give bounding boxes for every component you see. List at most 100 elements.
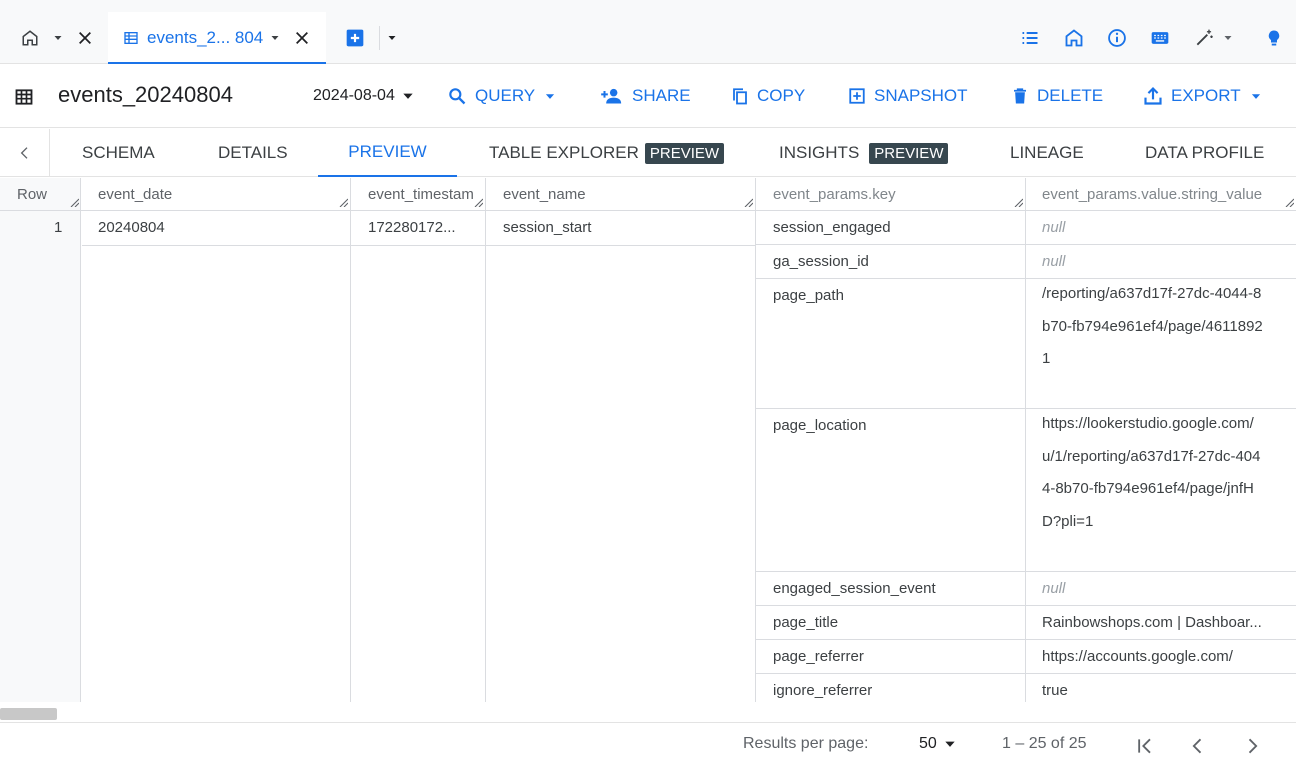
tab-details-label: DETAILS <box>218 143 288 162</box>
new-tab-chevron-down-icon[interactable] <box>382 26 402 50</box>
chevron-down-icon <box>403 93 413 99</box>
page-title: events_20240804 <box>58 82 233 107</box>
param-row-divider <box>756 244 1296 245</box>
share-button[interactable]: SHARE <box>600 84 691 108</box>
upload-icon <box>1144 86 1162 105</box>
param-key-cell[interactable]: engaged_session_event <box>773 580 1013 597</box>
resize-grip-icon[interactable] <box>473 197 483 207</box>
column-header-label: Row <box>17 185 48 203</box>
chevron-left-icon <box>1192 738 1202 754</box>
copy-button[interactable]: COPY <box>731 84 805 108</box>
lightbulb-icon[interactable] <box>1262 26 1286 50</box>
resize-grip-icon[interactable] <box>338 197 348 207</box>
table-icon <box>12 85 36 109</box>
info-icon[interactable] <box>1105 26 1129 50</box>
cell-event-name[interactable]: session_start <box>503 219 743 236</box>
horizontal-scrollbar[interactable] <box>0 708 57 720</box>
cell-event-timestamp[interactable]: 172280172... <box>368 219 478 236</box>
column-header-event-params-key[interactable]: event_params.key <box>756 178 1025 211</box>
query-button[interactable]: QUERY <box>447 84 557 108</box>
tab-chevron-down-icon[interactable] <box>266 28 284 48</box>
tab-insights-label: INSIGHTS <box>779 143 860 162</box>
column-header-event-date[interactable]: event_date <box>81 178 350 211</box>
tab-schema-label: SCHEMA <box>82 143 155 162</box>
new-tab-plus-icon[interactable] <box>343 26 367 50</box>
keyboard-icon[interactable] <box>1148 26 1172 50</box>
page-range: 1 – 25 of 25 <box>1002 735 1087 752</box>
param-value-cell[interactable]: Rainbowshops.com | Dashboar... <box>1042 614 1280 631</box>
param-key-cell[interactable]: session_engaged <box>773 219 1013 236</box>
tab-insights[interactable]: INSIGHTS PREVIEW <box>779 129 949 177</box>
share-label: SHARE <box>632 86 691 105</box>
chevron-right-icon <box>1248 738 1258 754</box>
previous-page-button[interactable] <box>1186 734 1210 758</box>
magic-wand-icon[interactable] <box>1191 26 1217 50</box>
delete-button[interactable]: DELETE <box>1011 84 1103 108</box>
tab-data-profile[interactable]: DATA PROFILE <box>1145 129 1264 177</box>
tab-events-label: events_2... 804 <box>147 28 264 47</box>
resize-grip-icon[interactable] <box>1284 197 1294 207</box>
column-header-event-timestamp[interactable]: event_timestam <box>351 178 485 211</box>
list-icon[interactable] <box>1018 26 1042 50</box>
param-value-cell[interactable]: https://lookerstudio.google.com/u/1/repo… <box>1042 408 1264 538</box>
param-key-cell[interactable]: ignore_referrer <box>773 682 1013 699</box>
divider <box>379 26 380 50</box>
preview-badge: PREVIEW <box>869 142 949 164</box>
null-value-cell[interactable]: null <box>1042 219 1280 236</box>
column-header-event-params-value[interactable]: event_params.value.string_value <box>1026 178 1296 211</box>
chevron-down-icon <box>1251 94 1260 99</box>
export-label: EXPORT <box>1171 86 1241 105</box>
tab-preview[interactable]: PREVIEW <box>318 129 457 177</box>
param-row-divider <box>756 673 1296 674</box>
column-header-label: event_params.key <box>773 185 896 203</box>
param-row-divider <box>756 571 1296 572</box>
close-tab-icon[interactable] <box>290 26 314 50</box>
tab-details[interactable]: DETAILS <box>218 129 288 177</box>
export-button[interactable]: EXPORT <box>1143 84 1263 108</box>
home-icon[interactable] <box>1062 26 1086 50</box>
resize-grip-icon[interactable] <box>1013 197 1023 207</box>
row-number: 1 <box>54 219 63 236</box>
date-select[interactable]: 2024-08-04 <box>313 84 415 108</box>
param-key-cell[interactable]: page_location <box>773 417 1013 434</box>
magic-wand-chevron-down-icon[interactable] <box>1220 26 1236 50</box>
column-divider <box>485 178 486 702</box>
column-header-row[interactable]: Row <box>0 178 81 211</box>
per-page-select[interactable]: 50 <box>919 735 957 753</box>
chevron-down-icon <box>546 94 555 99</box>
copy-icon <box>733 88 747 105</box>
param-key-cell[interactable]: ga_session_id <box>773 253 1013 270</box>
column-divider <box>755 178 756 702</box>
param-value-cell[interactable]: true <box>1042 682 1280 699</box>
next-page-button[interactable] <box>1240 734 1264 758</box>
chevron-down-icon <box>945 741 955 747</box>
close-home-tab-icon[interactable] <box>73 26 97 50</box>
tab-lineage-label: LINEAGE <box>1010 143 1084 162</box>
trash-icon <box>1014 88 1026 104</box>
snapshot-button[interactable]: SNAPSHOT <box>848 84 968 108</box>
per-page-value: 50 <box>919 735 937 752</box>
scroll-left-button[interactable] <box>0 129 50 177</box>
param-value-cell[interactable]: https://accounts.google.com/ <box>1042 648 1280 665</box>
cell-event-date[interactable]: 20240804 <box>98 219 338 236</box>
date-value: 2024-08-04 <box>313 87 395 104</box>
tab-table-explorer[interactable]: TABLE EXPLORER PREVIEW <box>489 129 725 177</box>
column-header-event-name[interactable]: event_name <box>486 178 755 211</box>
param-value-cell[interactable]: /reporting/a637d17f-27dc-4044-8b70-fb794… <box>1042 278 1264 376</box>
home-tab-chevron-down-icon[interactable] <box>48 26 68 50</box>
preview-badge: PREVIEW <box>644 142 725 164</box>
tab-schema[interactable]: SCHEMA <box>82 129 155 177</box>
resize-grip-icon[interactable] <box>743 197 753 207</box>
param-key-cell[interactable]: page_title <box>773 614 1013 631</box>
param-key-cell[interactable]: page_path <box>773 287 1013 304</box>
home-tab-icon[interactable] <box>18 26 42 50</box>
first-page-button[interactable] <box>1133 734 1157 758</box>
null-value-cell[interactable]: null <box>1042 253 1280 270</box>
copy-label: COPY <box>757 86 806 105</box>
resize-grip-icon[interactable] <box>69 197 79 207</box>
results-per-page-label: Results per page: <box>743 735 869 752</box>
param-key-cell[interactable]: page_referrer <box>773 648 1013 665</box>
null-value-cell[interactable]: null <box>1042 580 1280 597</box>
tab-lineage[interactable]: LINEAGE <box>1010 129 1084 177</box>
snapshot-label: SNAPSHOT <box>874 86 968 105</box>
